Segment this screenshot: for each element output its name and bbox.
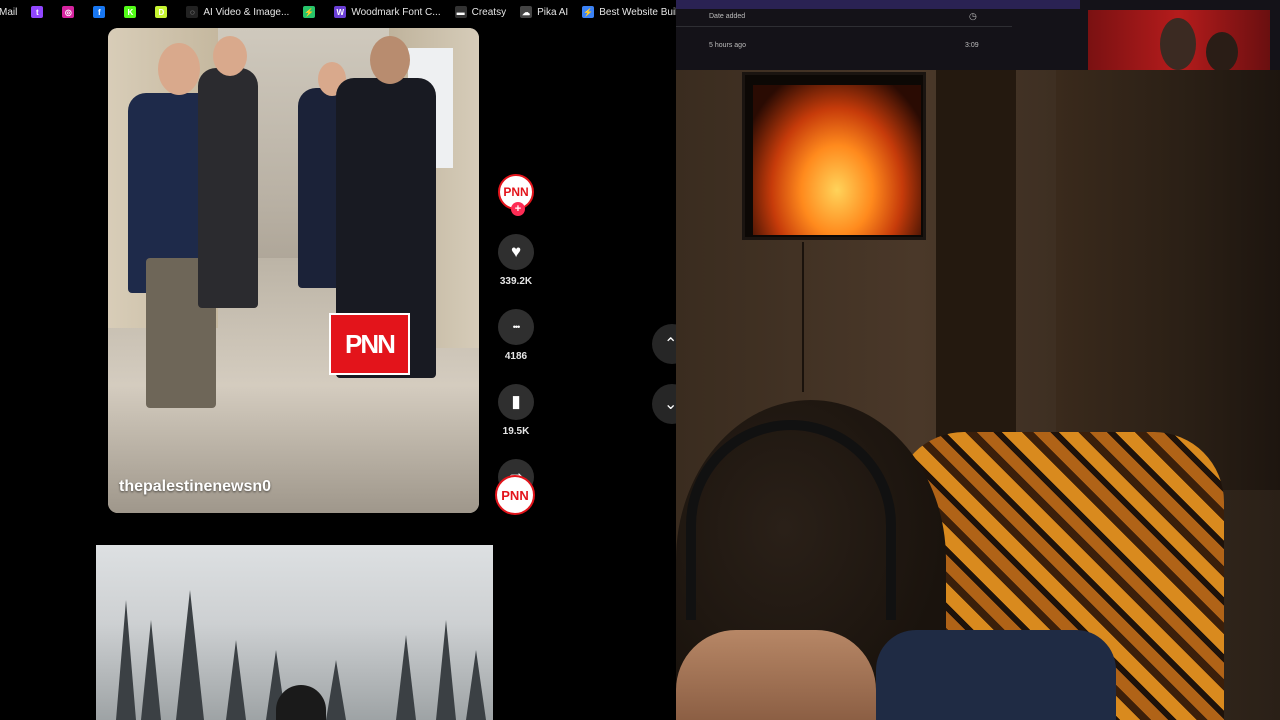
kick-icon: K — [124, 6, 137, 18]
curtain — [1056, 70, 1280, 490]
comment-button[interactable]: ••• — [498, 309, 534, 345]
fireplace-video — [753, 85, 921, 235]
bookmark-item[interactable]: ⚡ — [296, 0, 327, 24]
date-added-header[interactable]: Date added — [709, 13, 745, 20]
stream-capture: Date added ◷ 5 hours ago 3:09 — [676, 0, 1280, 720]
bookmark-item[interactable]: D — [148, 0, 179, 24]
bookmark-label: Pika AI — [537, 6, 569, 18]
video-scene-tree — [396, 635, 416, 720]
facebook-icon: f — [93, 6, 106, 18]
bookmark-item[interactable]: t — [24, 0, 55, 24]
bookmark-item[interactable]: W Woodmark Font C... — [327, 0, 447, 24]
video-age: 5 hours ago — [709, 42, 746, 49]
bookmark-item[interactable]: ◌ AI Video & Image... — [179, 0, 296, 24]
video-actions: PNN + ♥339.2K•••4186▮19.5K➦29.2K — [496, 174, 536, 512]
video-scene-tree — [326, 660, 346, 720]
bookmark-label: Woodmark Font C... — [351, 6, 441, 18]
bolt-icon: ⚡ — [582, 6, 595, 18]
bookmark-item[interactable]: Mail — [0, 0, 24, 24]
guest-cam-inset — [1088, 10, 1270, 70]
tv-screen — [742, 72, 926, 240]
comment-count: 4186 — [504, 351, 528, 362]
webcam-room — [676, 70, 1280, 720]
header-divider — [676, 26, 1012, 27]
video-username[interactable]: thepalestinenewsn0 — [119, 478, 271, 496]
bookmark-icon: ▮ — [511, 392, 521, 411]
guest-person — [1206, 32, 1238, 70]
video-person — [370, 36, 410, 84]
twitch-icon: t — [31, 6, 44, 18]
video-list-panel: Date added ◷ 5 hours ago 3:09 — [676, 0, 1280, 70]
headphones — [686, 420, 896, 620]
openai-icon: ◌ — [186, 6, 199, 18]
bookmark-label: Best Website Build... — [599, 6, 676, 18]
panel-accent-strip — [676, 0, 1080, 9]
follow-icon[interactable]: + — [511, 202, 525, 216]
d-icon: D — [155, 6, 168, 18]
bookmark-item[interactable]: f — [86, 0, 117, 24]
video-player[interactable]: PNN thepalestinenewsn0 — [108, 28, 479, 513]
streamer-shirt — [876, 630, 1116, 720]
save-button[interactable]: ▮ — [498, 384, 534, 420]
pika-icon: ☁ — [520, 6, 533, 18]
creator-avatar-text: PNN — [503, 185, 529, 199]
bookmark-item[interactable]: K — [117, 0, 148, 24]
bookmark-item[interactable]: ⚡ Best Website Build... — [575, 0, 676, 24]
video-person — [158, 43, 200, 95]
door — [936, 70, 1016, 440]
video-person — [198, 68, 258, 308]
next-video-preview[interactable] — [96, 545, 493, 720]
like-count: 339.2K — [499, 276, 533, 287]
bookmark-label: AI Video & Image... — [203, 6, 290, 18]
video-person — [213, 36, 247, 76]
pnn-watermark-logo: PNN — [329, 313, 410, 375]
streamer-face — [676, 630, 876, 720]
video-scene-tree — [141, 620, 161, 720]
video-duration: 3:09 — [965, 42, 979, 49]
screen: Mail t ◎ f K D ◌ AI Video & Image... ⚡ W Woodmark … — [0, 0, 1280, 720]
clock-icon: ◷ — [969, 11, 977, 21]
bookmark-item[interactable]: ☁ Pika AI — [513, 0, 575, 24]
action-list: ♥339.2K•••4186▮19.5K➦29.2K — [498, 212, 534, 512]
creatsy-icon: ▬ — [454, 6, 467, 18]
woodmark-icon: W — [334, 6, 347, 18]
bookmark-item[interactable]: ◎ — [55, 0, 86, 24]
video-feed: PNN thepalestinenewsn0 PNN + ♥ 339.2K ••• 4… — [0, 24, 692, 720]
lightning-icon: ⚡ — [303, 6, 316, 18]
heart-icon: ♥ — [510, 242, 522, 261]
video-scene-figure — [276, 685, 326, 720]
video-scene-tree — [436, 620, 456, 720]
save-count: 19.5K — [502, 426, 530, 437]
music-avatar[interactable]: PNN — [495, 475, 535, 515]
bookmarks-bar: Mail t ◎ f K D ◌ AI Video & Image... ⚡ W Woodmark … — [0, 0, 676, 24]
like-button[interactable]: ♥ — [498, 234, 534, 270]
video-scene-tree — [176, 590, 204, 720]
video-scene-tree — [466, 650, 486, 720]
comment-icon: ••• — [512, 322, 521, 332]
instagram-icon: ◎ — [62, 6, 75, 18]
video-scene-tree — [116, 600, 136, 720]
video-scene-tree — [226, 640, 246, 720]
tv-cable — [802, 242, 804, 392]
creator-avatar[interactable]: PNN + — [498, 174, 534, 216]
bookmark-label: Creatsy — [471, 6, 507, 18]
guest-person — [1160, 18, 1196, 70]
bookmark-item[interactable]: ▬ Creatsy — [448, 0, 513, 24]
bookmark-label: Mail — [0, 6, 18, 18]
